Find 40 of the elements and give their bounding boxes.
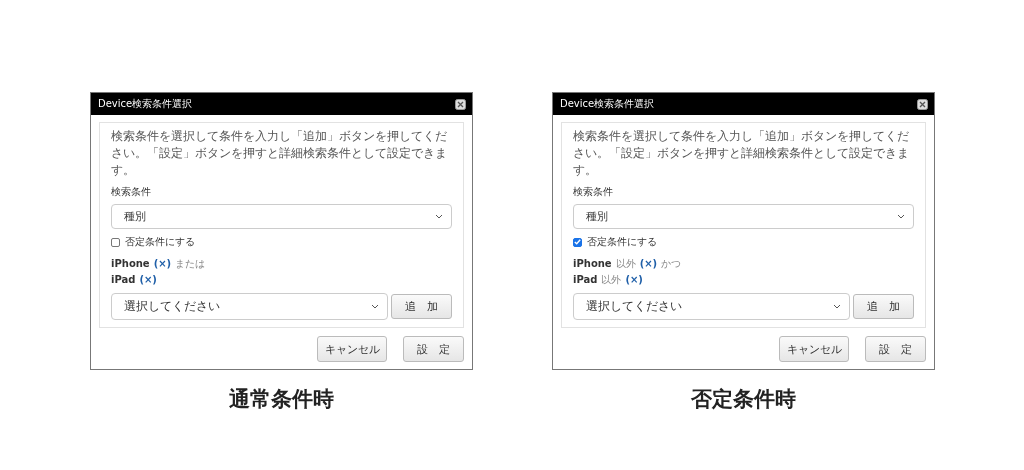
cancel-button[interactable]: キャンセル [317,336,387,362]
checkbox-label: 否定条件にする [125,235,195,249]
field-label: 検索条件 [573,185,614,199]
condition-name: iPad [573,273,598,287]
checkbox[interactable] [573,237,582,247]
remove-link[interactable]: (×) [153,257,172,271]
window-title: Device検索条件選択 [560,97,655,111]
chevron-icon [897,214,905,219]
add-button[interactable]: 追 加 [391,294,452,319]
close-icon[interactable] [455,98,466,110]
remove-link[interactable]: (×) [139,273,157,287]
cancel-button[interactable]: キャンセル [779,336,849,362]
remove-link[interactable]: (×) [625,273,643,287]
add-button[interactable]: 追 加 [853,294,914,319]
caption: 通常条件時 [229,386,334,413]
chevron-icon [435,214,443,219]
caption: 否定条件時 [691,386,796,413]
joiner-text: かつ [661,257,682,271]
instruction-text: 検索条件を選択して条件を入力し「追加」ボタンを押してください。「設定」ボタンを押すと詳細検索条件として設定できます。 [111,128,448,179]
window-title: Device検索条件選択 [98,97,193,111]
checkbox[interactable] [111,237,120,247]
close-icon[interactable] [917,98,928,110]
condition-name: iPad [111,273,136,287]
ok-button[interactable]: 設 定 [865,336,926,362]
remove-link[interactable]: (×) [639,257,658,271]
condition-name: iPhone [573,257,612,271]
chevron-icon [371,304,379,309]
value-dropdown[interactable]: 選択してください [573,293,850,320]
condition-dropdown[interactable]: 種別 [111,204,452,229]
joiner-text: または [175,257,206,271]
instruction-text: 検索条件を選択して条件を入力し「追加」ボタンを押してください。「設定」ボタンを押すと詳細検索条件として設定できます。 [573,128,910,179]
qualifier-text: 以外 [601,273,622,287]
checkbox-label: 否定条件にする [587,235,657,249]
qualifier-text: 以外 [615,257,636,271]
condition-name: iPhone [111,257,150,271]
chevron-icon [833,304,841,309]
value-dropdown[interactable]: 選択してください [111,293,388,320]
field-label: 検索条件 [111,185,152,199]
ok-button[interactable]: 設 定 [403,336,464,362]
condition-dropdown[interactable]: 種別 [573,204,914,229]
